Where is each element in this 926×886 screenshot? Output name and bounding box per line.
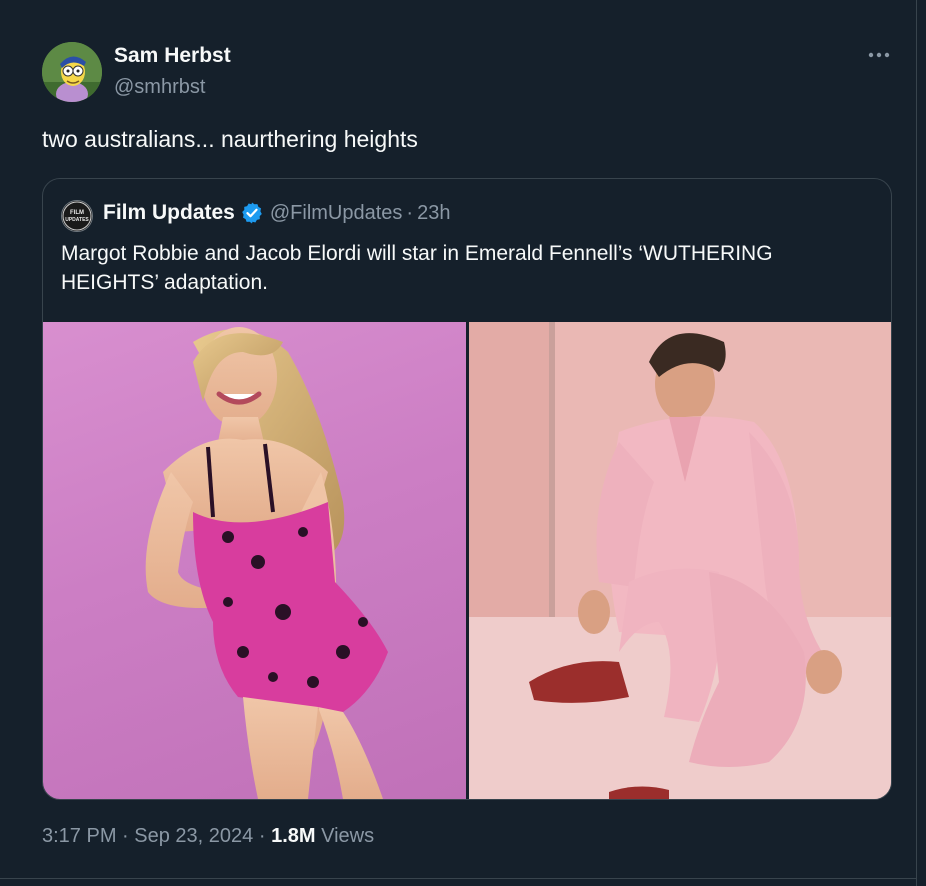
bottom-divider: [0, 878, 916, 879]
tweet-time[interactable]: 3:17 PM: [42, 825, 116, 847]
quoted-tweet[interactable]: FILM UPDATES Film Updates @FilmUpdates ·…: [42, 178, 892, 800]
quoted-author-avatar: FILM UPDATES: [61, 200, 93, 232]
svg-text:FILM: FILM: [70, 210, 84, 216]
photo-man-pink-suit: [469, 322, 891, 799]
verified-badge-icon: [240, 201, 264, 225]
column-divider: [916, 0, 917, 886]
quoted-tweet-text: Margot Robbie and Jacob Elordi will star…: [61, 242, 773, 294]
quoted-author-handle: @FilmUpdates: [269, 201, 403, 224]
media-photo-2[interactable]: [469, 322, 891, 799]
views-label: Views: [321, 825, 375, 847]
author-name[interactable]: Sam Herbst: [114, 44, 231, 68]
author-handle[interactable]: @smhrbst: [114, 76, 205, 99]
views-count: 1.8M: [271, 825, 316, 847]
media-photo-1[interactable]: [43, 322, 466, 799]
svg-text:UPDATES: UPDATES: [65, 217, 89, 223]
tweet-meta: 3:17 PM · Sep 23, 2024 · 1.8M Views: [42, 825, 374, 848]
author-avatar[interactable]: [42, 42, 102, 102]
more-horizontal-icon: [868, 52, 890, 58]
quoted-tweet-header: Film Updates @FilmUpdates · 23h: [103, 201, 450, 225]
avatar-image: [42, 42, 102, 102]
tweet-date[interactable]: Sep 23, 2024: [134, 825, 253, 847]
tweet-page: Sam Herbst @smhrbst two australians... n…: [0, 0, 926, 886]
quoted-author-name: Film Updates: [103, 201, 235, 224]
header-separator: ·: [406, 201, 414, 224]
meta-separator: ·: [258, 825, 266, 847]
media-grid: [43, 322, 891, 799]
meta-separator: ·: [122, 825, 129, 847]
photo-woman-pink-dress: [145, 327, 388, 799]
tweet-text: two australians... naurthering heights: [42, 126, 418, 152]
quoted-tweet-time: 23h: [417, 201, 451, 224]
film-updates-logo-icon: FILM UPDATES: [62, 201, 92, 231]
more-options-button[interactable]: [862, 44, 896, 66]
